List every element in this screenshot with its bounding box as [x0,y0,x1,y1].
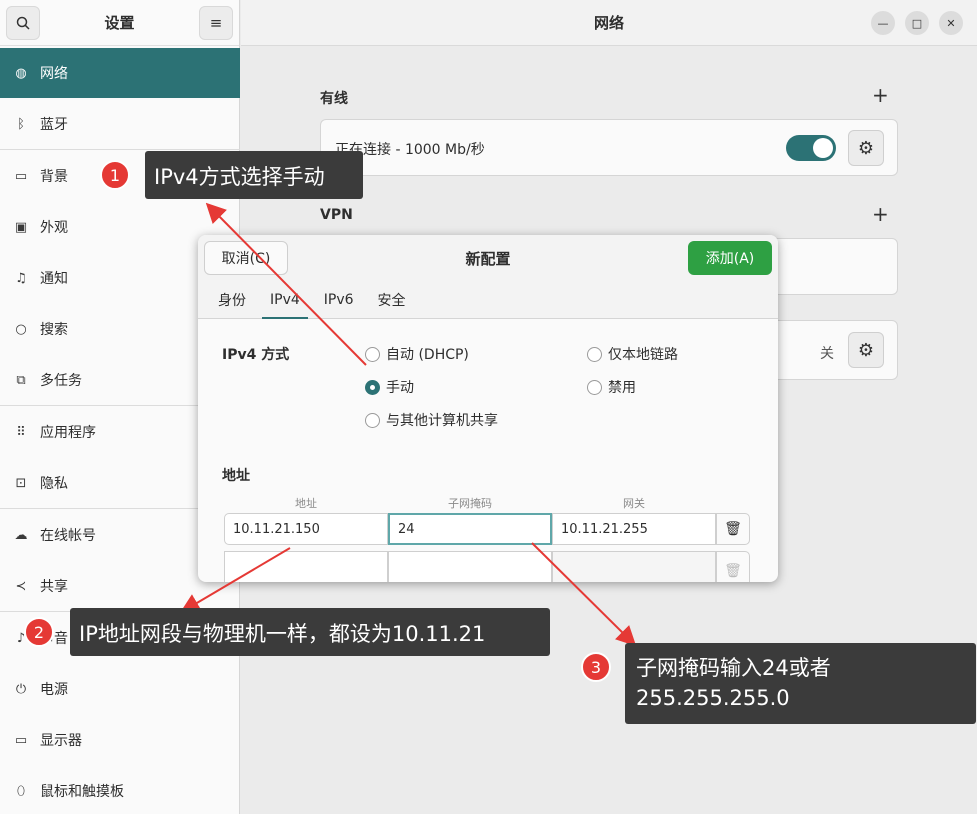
annotation-1-box: IPv4方式选择手动 [145,151,363,199]
annotation-2-badge: 2 [24,617,54,647]
annotation-3-line1: 子网掩码输入24或者 [636,656,831,680]
annotation-3-box: 子网掩码输入24或者 255.255.255.0 [625,643,976,724]
arrow-1 [205,202,367,366]
annotation-1-badge: 1 [100,160,130,190]
annotation-3-line2: 255.255.255.0 [636,686,790,710]
arrow-2 [179,547,291,614]
annotation-2-box: IP地址网段与物理机一样，都设为10.11.21 [70,608,550,656]
annotation-3-badge: 3 [581,652,611,682]
